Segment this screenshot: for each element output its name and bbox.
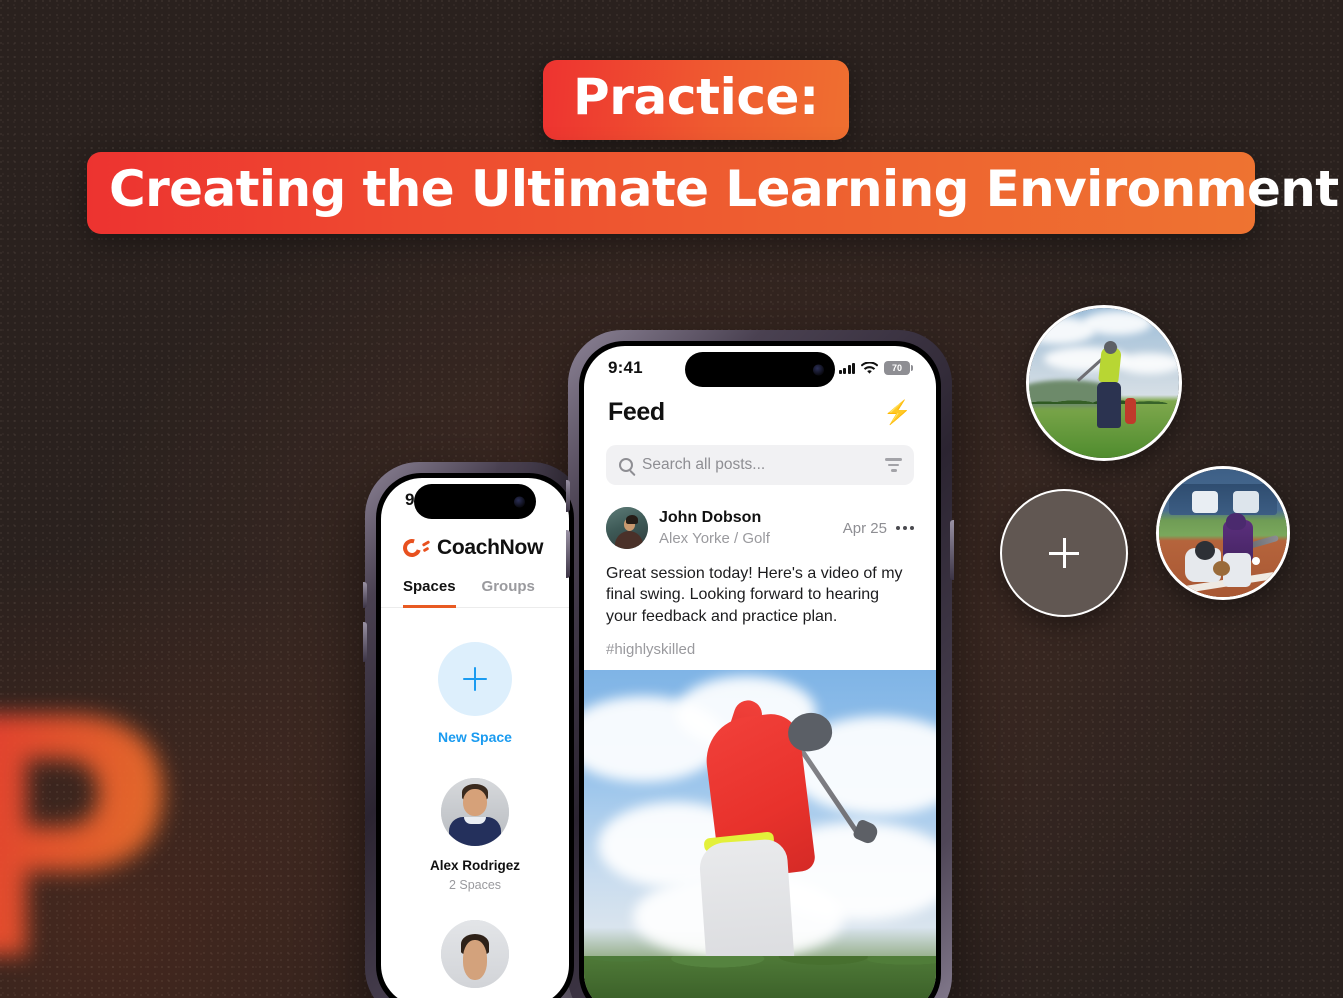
battery-level: 70: [891, 363, 902, 373]
headline-text: Creating the Ultimate Learning Environme…: [109, 160, 1339, 218]
left-phone-bezel: 9:41 CoachNow Spaces Groups: [376, 473, 574, 998]
tab-groups[interactable]: Groups: [482, 578, 535, 608]
lightning-bolt-icon[interactable]: ⚡: [883, 401, 912, 424]
plus-icon: [1049, 538, 1079, 568]
brand-name: CoachNow: [437, 536, 544, 559]
golf-swing-thumbnail[interactable]: [1026, 305, 1182, 461]
search-placeholder: Search all posts...: [642, 456, 766, 473]
wifi-icon: [861, 361, 878, 374]
eyebrow-badge: Practice:: [543, 60, 849, 140]
avatar: [441, 920, 509, 988]
post-actions: Apr 25: [843, 520, 914, 537]
right-status-time: 9:41: [608, 358, 643, 377]
coachnow-logo-icon: [399, 535, 431, 561]
right-phone-volume-down-button[interactable]: [566, 530, 570, 578]
list-item[interactable]: [381, 920, 569, 988]
right-phone-bezel: 9:41 70 Feed ⚡ Search all posts... John …: [579, 341, 941, 998]
post-date: Apr 25: [842, 519, 887, 537]
feed-header: Feed ⚡: [584, 390, 936, 427]
left-phone-volume-down-button[interactable]: [363, 622, 367, 662]
screenshot-canvas: P Practice: Creating the Ultimate Learni…: [0, 0, 1343, 998]
right-phone-screen: 9:41 70 Feed ⚡ Search all posts... John …: [584, 346, 936, 998]
post-body-text: Great session today! Here's a video of m…: [606, 565, 903, 625]
left-status-bar: 9:41: [381, 478, 569, 522]
plus-icon: [463, 667, 487, 691]
new-space-button[interactable]: New Space: [381, 608, 569, 745]
post-author-block: John Dobson Alex Yorke / Golf: [659, 509, 832, 547]
coachnow-brand-bar: CoachNow: [381, 522, 569, 561]
avatar: [441, 778, 509, 846]
battery-icon: 70: [884, 361, 913, 375]
right-dynamic-island: [685, 352, 835, 387]
baseball-batting-thumbnail[interactable]: [1156, 466, 1290, 600]
post-author-name: John Dobson: [659, 509, 762, 526]
post-header: John Dobson Alex Yorke / Golf Apr 25: [584, 485, 936, 549]
right-phone-mockup: 9:41 70 Feed ⚡ Search all posts... John …: [566, 330, 954, 998]
right-phone-power-button[interactable]: [950, 520, 954, 580]
more-options-icon[interactable]: [896, 526, 914, 530]
front-camera-icon: [813, 364, 824, 375]
left-phone-mockup: 9:41 CoachNow Spaces Groups: [363, 462, 585, 998]
new-space-circle[interactable]: [438, 642, 512, 716]
right-phone-volume-up-button[interactable]: [566, 480, 570, 512]
watermark-letter-p: P: [0, 676, 176, 998]
post-subtitle: Alex Yorke / Golf: [659, 530, 770, 547]
search-icon: [619, 458, 633, 472]
eyebrow-text: Practice:: [573, 68, 819, 126]
status-indicators: 70: [838, 361, 913, 375]
right-status-bar: 9:41 70: [584, 346, 936, 390]
page-title: Feed: [608, 398, 665, 426]
cellular-signal-icon: [838, 362, 855, 374]
filter-icon[interactable]: [885, 458, 902, 472]
post-hashtag[interactable]: #highlyskilled: [584, 627, 936, 670]
headline-badge: Creating the Ultimate Learning Environme…: [87, 152, 1339, 234]
post-media-photo[interactable]: [584, 669, 936, 998]
tab-spaces[interactable]: Spaces: [403, 578, 456, 608]
new-space-label: New Space: [438, 729, 512, 745]
search-input[interactable]: Search all posts...: [606, 445, 914, 485]
front-camera-icon: [514, 496, 525, 507]
add-media-button[interactable]: [1000, 489, 1128, 617]
left-dynamic-island: [414, 484, 536, 519]
left-phone-screen: 9:41 CoachNow Spaces Groups: [381, 478, 569, 998]
spaces-groups-tabs: Spaces Groups: [381, 560, 569, 608]
space-list-item[interactable]: Alex Rodrigez 2 Spaces: [381, 778, 569, 892]
space-member-name: Alex Rodrigez: [429, 858, 521, 873]
avatar[interactable]: [606, 507, 648, 549]
space-count-label: 2 Spaces: [448, 878, 502, 892]
left-phone-volume-up-button[interactable]: [363, 582, 367, 608]
